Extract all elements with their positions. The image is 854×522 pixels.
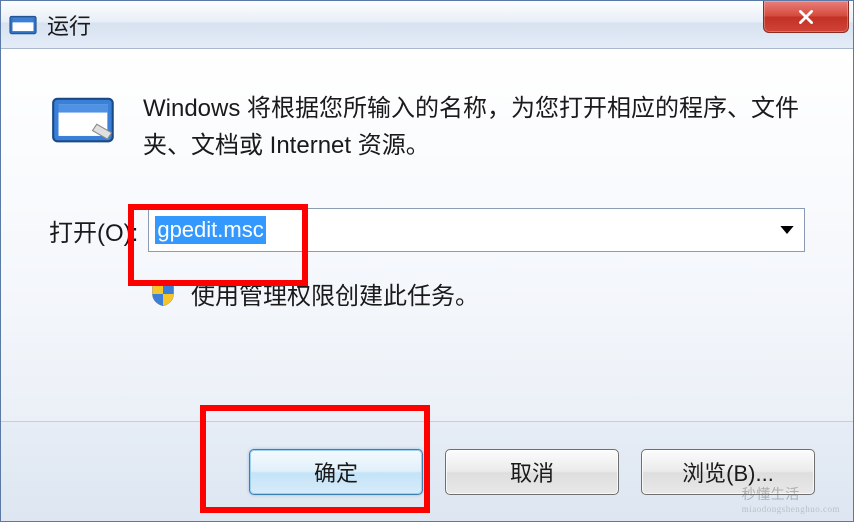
- titlebar[interactable]: 运行: [1, 1, 853, 49]
- dialog-description: Windows 将根据您所输入的名称，为您打开相应的程序、文件夹、文档或 Int…: [143, 90, 805, 164]
- browse-button[interactable]: 浏览(B)...: [641, 449, 815, 495]
- ok-button[interactable]: 确定: [249, 449, 423, 495]
- run-icon: [9, 14, 37, 36]
- dialog-content: Windows 将根据您所输入的名称，为您打开相应的程序、文件夹、文档或 Int…: [1, 49, 853, 421]
- chevron-down-icon[interactable]: [770, 209, 804, 251]
- open-label: 打开(O):: [49, 213, 138, 248]
- cancel-button[interactable]: 取消: [445, 449, 619, 495]
- open-combobox[interactable]: gpedit.msc: [148, 208, 805, 252]
- button-bar: 确定 取消 浏览(B)...: [1, 421, 853, 521]
- admin-note: 使用管理权限创建此任务。: [191, 276, 479, 311]
- run-dialog: 运行 Windows 将根据您所输入的名称，为您打开相应的程序、文件夹、文档或 …: [0, 0, 854, 522]
- open-input[interactable]: gpedit.msc: [149, 209, 770, 251]
- open-input-value: gpedit.msc: [155, 216, 265, 244]
- close-button[interactable]: [763, 1, 849, 33]
- dialog-title: 运行: [47, 9, 845, 41]
- run-icon-large: [49, 90, 119, 150]
- shield-icon: [149, 280, 177, 308]
- close-icon: [797, 8, 815, 26]
